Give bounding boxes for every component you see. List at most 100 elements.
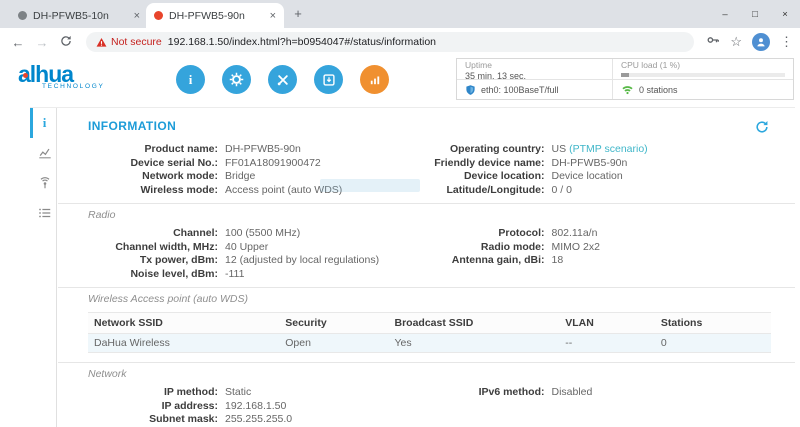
wireless-ap-section: Wireless Access point (auto WDS) Network… [58, 287, 795, 362]
field-row: Device serial No.:FF01A18091900472 [88, 157, 427, 171]
section-title: Wireless Access point (auto WDS) [58, 288, 795, 309]
field-label: Operating country: [427, 143, 550, 157]
tab-close-icon[interactable]: × [134, 10, 140, 22]
status-sidebar: i [30, 108, 57, 427]
field-row: IP address:192.168.1.50 [88, 400, 427, 414]
sidebar-item-information[interactable]: i [30, 108, 56, 138]
field-value: 192.168.1.50 [223, 400, 286, 414]
not-secure-label: Not secure [111, 36, 162, 48]
back-icon[interactable]: ← [6, 35, 30, 50]
table-header-row: Network SSID Security Broadcast SSID VLA… [88, 313, 771, 334]
signal-bars-icon [368, 73, 382, 87]
field-value: -111 [223, 268, 244, 282]
nav-system-button[interactable] [314, 65, 343, 94]
antenna-icon [38, 176, 52, 190]
address-bar: ← → Not secure 192.168.1.50/index.html?h… [0, 28, 800, 57]
url-omnibox[interactable]: Not secure 192.168.1.50/index.html?h=b09… [86, 32, 694, 52]
sidebar-item-statistics[interactable] [30, 138, 56, 168]
field-row: Operating country:US(PTMP scenario) [427, 143, 796, 157]
watermark-highlight [320, 179, 420, 192]
uptime-cell: Uptime 35 min. 13 sec. [457, 59, 612, 80]
cpu-load-label: CPU load (1 %) [621, 61, 785, 70]
field-label: Tx power, dBm: [88, 254, 223, 268]
field-label: Latitude/Longitude: [427, 184, 550, 198]
field-label: Device serial No.: [88, 157, 223, 171]
field-row: Tx power, dBm:12 (adjusted by local regu… [88, 254, 427, 268]
tools-icon [276, 73, 290, 87]
dahua-logo: alhua TECHNOLOGY [18, 63, 105, 90]
forward-icon[interactable]: → [30, 35, 54, 50]
field-label: Radio mode: [427, 241, 550, 255]
gear-icon [229, 72, 244, 87]
warning-icon [96, 37, 107, 48]
tab-close-icon[interactable]: × [270, 10, 276, 22]
window-controls: – □ × [710, 0, 800, 28]
nav-antenna-alignment-button[interactable] [360, 65, 389, 94]
field-value: Static [223, 386, 251, 400]
logo-text: alhua [18, 63, 105, 85]
minimize-button[interactable]: – [710, 0, 740, 28]
not-secure-warning[interactable]: Not secure [96, 36, 162, 48]
nav-tools-button[interactable] [268, 65, 297, 94]
field-row: Protocol:802.11a/n [427, 227, 796, 241]
field-row: Radio mode:MIMO 2x2 [427, 241, 796, 255]
nav-settings-button[interactable] [222, 65, 251, 94]
field-row: Friendly device name:DH-PFWB5-90n [427, 157, 796, 171]
field-label: IP address: [88, 400, 223, 414]
table-cell: -- [559, 334, 655, 353]
field-value: 12 (adjusted by local regulations) [223, 254, 379, 268]
table-cell: Open [279, 334, 388, 353]
browser-menu-icon[interactable]: ⋮ [780, 34, 793, 50]
section-title: Network [58, 363, 795, 384]
refresh-button[interactable] [755, 120, 769, 139]
network-section: Network IP method:Static IP address:192.… [58, 362, 795, 427]
field-row: Product name:DH-PFWB5-90n [88, 143, 427, 157]
browser-tab-1[interactable]: DH-PFWB5-10n × [10, 3, 148, 28]
browser-tab-bar: DH-PFWB5-10n × DH-PFWB5-90n × + – □ × [0, 0, 800, 28]
field-row: Device location:Device location [427, 170, 796, 184]
nav-status-button[interactable]: i [176, 65, 205, 94]
field-row: Channel:100 (5500 MHz) [88, 227, 427, 241]
key-icon[interactable] [706, 33, 720, 52]
field-row: IPv6 method:Disabled [427, 386, 796, 400]
sidebar-item-services[interactable] [30, 198, 56, 228]
chart-icon [38, 146, 52, 160]
field-value: 100 (5500 MHz) [223, 227, 300, 241]
field-label: Wireless mode: [88, 184, 223, 198]
reload-icon[interactable] [54, 35, 78, 50]
table-cell: DaHua Wireless [88, 334, 279, 353]
sidebar-item-wireless[interactable] [30, 168, 56, 198]
field-value: US [550, 143, 567, 157]
new-tab-button[interactable]: + [290, 6, 306, 22]
field-row: IP method:Static [88, 386, 427, 400]
column-header: VLAN [559, 313, 655, 334]
app-header: alhua TECHNOLOGY i Uptime 35 min. 13 sec… [0, 56, 800, 107]
field-label: Channel: [88, 227, 223, 241]
section-title: Radio [58, 204, 795, 225]
maximize-button[interactable]: □ [740, 0, 770, 28]
field-row: Channel width, MHz:40 Upper [88, 241, 427, 255]
column-header: Stations [655, 313, 771, 334]
stations-status: 0 stations [612, 80, 793, 99]
close-button[interactable]: × [770, 0, 800, 28]
field-label: Subnet mask: [88, 413, 223, 427]
ethernet-label: eth0: 100BaseT/full [481, 85, 559, 95]
field-label: Friendly device name: [427, 157, 550, 171]
field-label: Network mode: [88, 170, 223, 184]
field-label: Protocol: [427, 227, 550, 241]
field-label: Channel width, MHz: [88, 241, 223, 255]
device-status-panel: Uptime 35 min. 13 sec. CPU load (1 %) et… [456, 58, 794, 100]
info-icon: i [189, 72, 193, 88]
field-row: Antenna gain, dBi:18 [427, 254, 796, 268]
tab-title: DH-PFWB5-90n [169, 10, 264, 22]
bookmark-star-icon[interactable]: ☆ [730, 34, 742, 50]
field-value: DH-PFWB5-90n [550, 157, 628, 171]
field-suffix: (PTMP scenario) [566, 143, 648, 157]
logo-red-dot [23, 73, 28, 78]
field-value: 255.255.255.0 [223, 413, 292, 427]
cpu-cell: CPU load (1 %) [612, 59, 793, 80]
profile-avatar[interactable] [752, 33, 770, 51]
field-value: 0 / 0 [550, 184, 572, 198]
uptime-label: Uptime [465, 61, 604, 70]
browser-tab-2-active[interactable]: DH-PFWB5-90n × [146, 3, 284, 28]
